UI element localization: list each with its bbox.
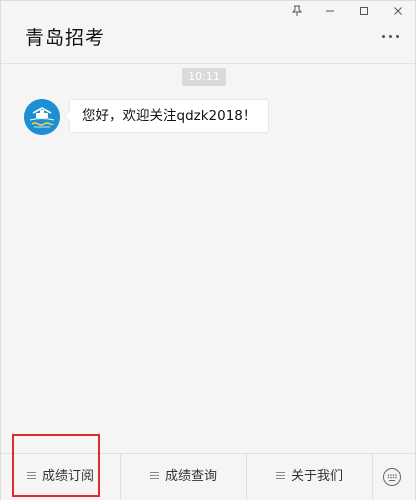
menu-item-score-subscription[interactable]: 成绩订阅	[1, 454, 120, 500]
message-bubble[interactable]: 您好，欢迎关注qdzk2018！	[63, 99, 270, 133]
title-bar: 青岛招考	[1, 1, 415, 64]
menu-item-label: 关于我们	[290, 469, 343, 484]
keyboard-icon[interactable]	[382, 467, 402, 487]
menu-item-about-us[interactable]: 关于我们	[247, 454, 372, 500]
message-text: 您好，欢迎关注qdzk2018！	[82, 108, 257, 124]
menu-item-label: 成绩查询	[164, 469, 217, 484]
chat-area: 10:11 您好，欢迎关注qdzk2018！	[1, 64, 415, 453]
menu-item-score-query[interactable]: 成绩查询	[121, 454, 246, 500]
chat-window: 青岛招考 10:11 您好，欢迎关注qdzk2018！ 成绩订阅 成绩查询 关于…	[0, 0, 416, 500]
pin-icon[interactable]	[286, 5, 308, 21]
minimize-button[interactable]	[319, 5, 341, 21]
account-avatar[interactable]	[24, 99, 60, 135]
maximize-button[interactable]	[353, 5, 375, 21]
chat-title: 青岛招考	[25, 27, 106, 49]
menu-list-icon	[275, 471, 285, 480]
more-options-icon[interactable]	[381, 29, 401, 45]
menu-divider	[372, 454, 373, 500]
message-timestamp: 10:11	[182, 68, 226, 86]
menu-list-icon	[26, 471, 36, 480]
menu-bar: 成绩订阅 成绩查询 关于我们	[1, 453, 415, 500]
menu-item-label: 成绩订阅	[41, 469, 94, 484]
close-button[interactable]	[387, 5, 409, 21]
menu-list-icon	[149, 471, 159, 480]
